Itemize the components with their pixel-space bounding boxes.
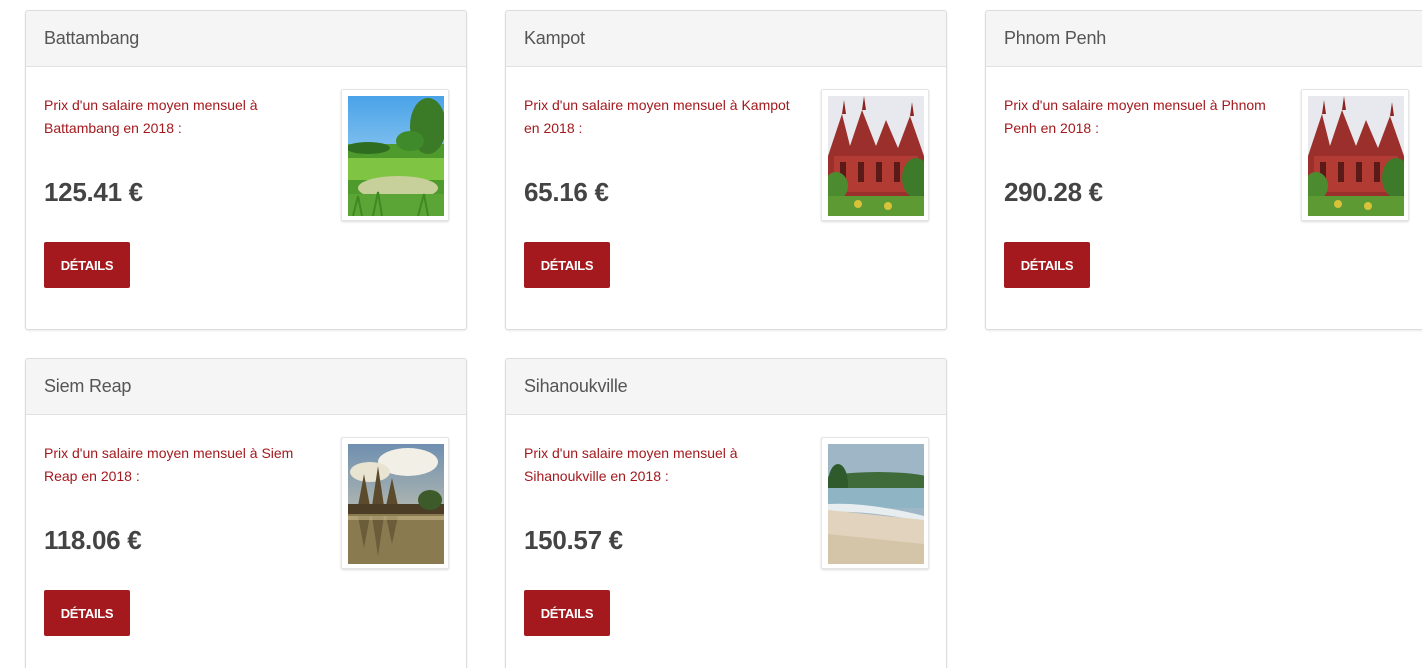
- details-button[interactable]: DÉTAILS: [44, 242, 130, 288]
- city-card-siem-reap: Siem Reap Prix d'un salaire moyen mensue…: [25, 358, 467, 668]
- salary-description: Prix d'un salaire moyen mensuel à Kampot…: [524, 97, 790, 136]
- rice-field-photo-icon: [348, 96, 444, 216]
- salary-description: Prix d'un salaire moyen mensuel à Sihano…: [524, 445, 738, 484]
- card-title: Phnom Penh: [986, 11, 1422, 67]
- salary-price: 65.16 €: [524, 177, 609, 207]
- details-button[interactable]: DÉTAILS: [1004, 242, 1090, 288]
- city-card-battambang: Battambang Prix d'un salaire moyen mensu…: [25, 10, 467, 330]
- city-card-kampot: Kampot Prix d'un salaire moyen mensuel à…: [505, 10, 947, 330]
- city-thumbnail[interactable]: [341, 89, 449, 221]
- angkor-wat-photo-icon: [348, 444, 444, 564]
- city-thumbnail[interactable]: [1301, 89, 1409, 221]
- details-button[interactable]: DÉTAILS: [524, 242, 610, 288]
- card-title: Sihanoukville: [506, 359, 946, 415]
- details-button[interactable]: DÉTAILS: [44, 590, 130, 636]
- city-salary-grid: Battambang Prix d'un salaire moyen mensu…: [0, 0, 1422, 668]
- salary-price: 125.41 €: [44, 177, 143, 207]
- card-title: Battambang: [26, 11, 466, 67]
- city-card-phnom-penh: Phnom Penh Prix d'un salaire moyen mensu…: [985, 10, 1422, 330]
- salary-description: Prix d'un salaire moyen mensuel à Phnom …: [1004, 97, 1266, 136]
- salary-price: 290.28 €: [1004, 177, 1103, 207]
- temple-photo-icon: [1308, 96, 1404, 216]
- beach-photo-icon: [828, 444, 924, 564]
- city-thumbnail[interactable]: [341, 437, 449, 569]
- salary-description: Prix d'un salaire moyen mensuel à Siem R…: [44, 445, 294, 484]
- card-title: Kampot: [506, 11, 946, 67]
- details-button[interactable]: DÉTAILS: [524, 590, 610, 636]
- card-title: Siem Reap: [26, 359, 466, 415]
- temple-photo-icon: [828, 96, 924, 216]
- salary-price: 150.57 €: [524, 525, 623, 555]
- city-thumbnail[interactable]: [821, 437, 929, 569]
- salary-price: 118.06 €: [44, 525, 142, 555]
- salary-description: Prix d'un salaire moyen mensuel à Battam…: [44, 97, 258, 136]
- city-thumbnail[interactable]: [821, 89, 929, 221]
- city-card-sihanoukville: Sihanoukville Prix d'un salaire moyen me…: [505, 358, 947, 668]
